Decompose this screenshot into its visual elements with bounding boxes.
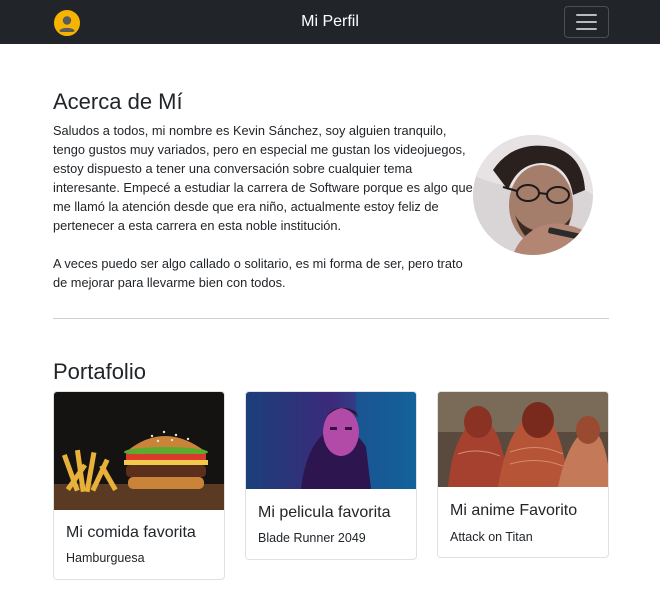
profile-photo — [473, 135, 593, 255]
portfolio-card-anime[interactable]: Mi anime Favorito Attack on Titan — [437, 391, 609, 558]
portfolio-card-food[interactable]: Mi comida favorita Hamburguesa — [53, 391, 225, 580]
section-divider — [53, 318, 609, 319]
card-text: Hamburguesa — [66, 551, 145, 565]
anime-image — [438, 392, 608, 487]
portfolio-card-movie[interactable]: Mi pelicula favorita Blade Runner 2049 — [245, 391, 417, 560]
about-text: Saludos a todos, mi nombre es Kevin Sánc… — [53, 121, 473, 292]
card-text: Attack on Titan — [450, 530, 533, 544]
about-paragraph-2: A veces puedo ser algo callado o solitar… — [53, 256, 463, 290]
card-title: Mi comida favorita — [66, 524, 196, 541]
portfolio-title: Portafolio — [53, 359, 146, 384]
navbar: Mi Perfil — [0, 0, 660, 44]
burger-image — [54, 392, 224, 510]
hamburger-menu-icon[interactable] — [564, 6, 609, 38]
movie-image — [246, 392, 416, 489]
card-title: Mi anime Favorito — [450, 502, 578, 519]
navbar-title: Mi Perfil — [301, 13, 359, 30]
card-text: Blade Runner 2049 — [258, 531, 366, 545]
about-title: Acerca de Mí — [53, 89, 183, 114]
about-paragraph-1: Saludos a todos, mi nombre es Kevin Sánc… — [53, 123, 473, 233]
card-title: Mi pelicula favorita — [258, 504, 391, 521]
